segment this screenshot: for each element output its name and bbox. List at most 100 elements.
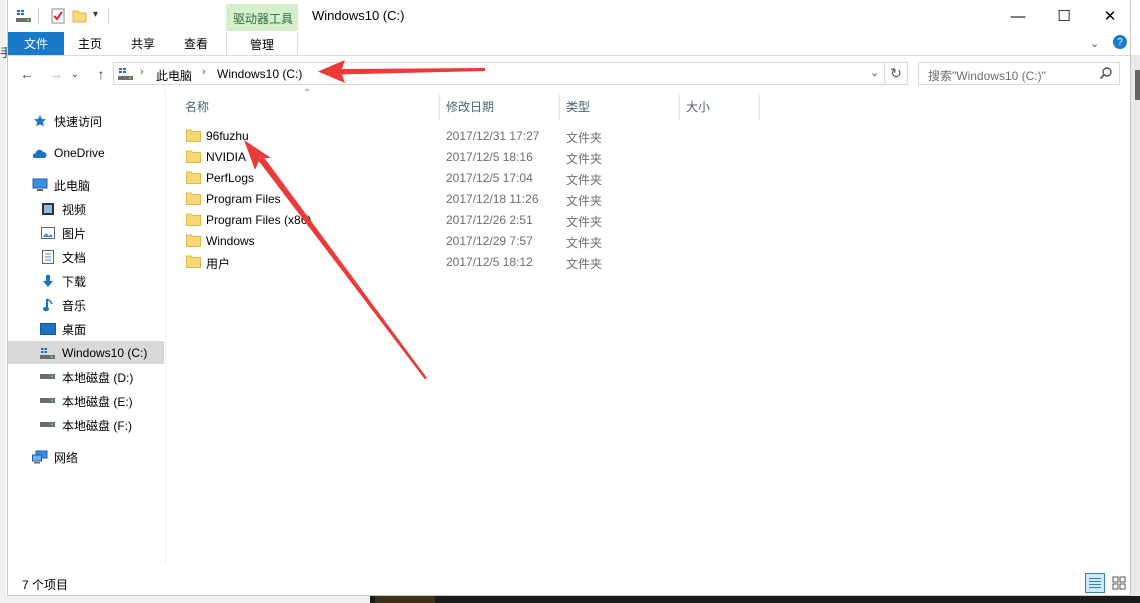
file-type: 文件夹 xyxy=(566,152,603,166)
window-title: Windows10 (C:) xyxy=(312,8,405,23)
file-row[interactable]: 96fuzhu 2017/12/31 17:27 文件夹 xyxy=(186,126,626,147)
search-placeholder: 搜索"Windows10 (C:)" xyxy=(928,69,1046,83)
folder-icon xyxy=(186,255,201,268)
column-separator[interactable] xyxy=(439,94,440,120)
nav-item-label: 桌面 xyxy=(62,322,87,337)
file-row[interactable]: PerfLogs 2017/12/5 17:04 文件夹 xyxy=(186,168,626,189)
nav-item-onedrive[interactable]: OneDrive xyxy=(32,142,105,164)
background-window-strip xyxy=(0,0,6,603)
music-icon xyxy=(40,297,56,313)
nav-item-desktop[interactable]: 桌面 xyxy=(40,318,86,340)
nav-item-label: 视频 xyxy=(62,202,87,217)
folder-icon xyxy=(186,234,201,247)
qat-dropdown-icon[interactable]: ▾ xyxy=(93,9,98,20)
nav-item-network[interactable]: 网络 xyxy=(32,446,78,468)
nav-item-this-pc[interactable]: 此电脑 xyxy=(32,174,90,196)
nav-item-label: 本地磁盘 (F:) xyxy=(62,418,132,433)
nav-item-pictures[interactable]: 图片 xyxy=(40,222,86,244)
file-date: 2017/12/29 7:57 xyxy=(446,234,533,248)
file-date: 2017/12/5 17:04 xyxy=(446,171,533,185)
file-name: Program Files (x86) xyxy=(206,213,312,227)
status-item-count: 7 个项目 xyxy=(22,578,69,592)
search-icon xyxy=(1099,66,1113,83)
tab-share[interactable]: 共享 xyxy=(123,32,163,55)
address-history-dropdown-icon[interactable]: ⌄ xyxy=(870,66,879,79)
breadcrumb-chevron-icon[interactable]: › xyxy=(140,66,144,78)
nav-item-label: 此电脑 xyxy=(54,178,91,193)
qat-separator xyxy=(38,8,39,24)
drive-tools-context-tab: 驱动器工具 xyxy=(226,4,298,31)
file-date: 2017/12/26 2:51 xyxy=(446,213,533,227)
system-drive-icon xyxy=(40,345,56,361)
file-name: Program Files xyxy=(206,192,281,206)
drive-icon xyxy=(40,393,56,409)
folder-icon xyxy=(186,129,201,142)
file-row[interactable]: Windows 2017/12/29 7:57 文件夹 xyxy=(186,231,626,252)
nav-item-downloads[interactable]: 下载 xyxy=(40,270,86,292)
column-header-date-modified[interactable]: 修改日期 xyxy=(446,98,494,115)
nav-item-documents[interactable]: 文档 xyxy=(40,246,86,268)
nav-item-windows10-c[interactable]: Windows10 (C:) xyxy=(40,342,147,364)
video-icon xyxy=(40,201,56,217)
column-header-type[interactable]: 类型 xyxy=(566,98,590,115)
recent-locations-icon[interactable]: ⌄ xyxy=(68,64,82,84)
file-type: 文件夹 xyxy=(566,173,603,187)
up-button[interactable]: ↑ xyxy=(90,64,112,84)
nav-item-drive-d[interactable]: 本地磁盘 (D:) xyxy=(40,366,133,388)
minimize-icon: — xyxy=(1010,7,1026,25)
close-button[interactable]: ✕ xyxy=(1087,0,1133,32)
properties-icon[interactable] xyxy=(50,8,66,24)
nav-item-drive-f[interactable]: 本地磁盘 (F:) xyxy=(40,414,132,436)
nav-item-label: 快速访问 xyxy=(54,114,103,129)
ribbon-expand-icon[interactable]: ⌄ xyxy=(1090,37,1099,50)
pane-divider[interactable] xyxy=(165,90,166,564)
maximize-button[interactable]: ☐ xyxy=(1041,0,1087,32)
minimize-button[interactable]: — xyxy=(995,0,1041,32)
drive-app-icon[interactable] xyxy=(16,8,32,24)
nav-item-quick-access[interactable]: 快速访问 xyxy=(32,110,102,132)
column-separator[interactable] xyxy=(679,94,680,120)
breadcrumb-chevron-icon[interactable]: › xyxy=(202,66,206,78)
breadcrumb-this-pc[interactable]: 此电脑 xyxy=(156,67,192,84)
address-bar[interactable]: › 此电脑 › Windows10 (C:) ⌄ xyxy=(113,62,885,85)
folder-icon xyxy=(186,171,201,184)
file-date: 2017/12/18 11:26 xyxy=(446,192,539,206)
file-row[interactable]: Program Files (x86) 2017/12/26 2:51 文件夹 xyxy=(186,210,626,231)
tab-manage[interactable]: 管理 xyxy=(226,32,298,56)
file-name: 用户 xyxy=(206,257,231,271)
nav-item-label: 本地磁盘 (E:) xyxy=(62,394,133,409)
nav-item-drive-e[interactable]: 本地磁盘 (E:) xyxy=(40,390,133,412)
breadcrumb-current-drive[interactable]: Windows10 (C:) xyxy=(217,67,302,81)
forward-button[interactable]: → xyxy=(45,64,67,84)
new-folder-icon[interactable] xyxy=(72,8,88,24)
refresh-button[interactable]: ↻ xyxy=(885,62,908,85)
folder-icon xyxy=(186,192,201,205)
file-row[interactable]: 用户 2017/12/5 18:12 文件夹 xyxy=(186,252,626,273)
column-separator[interactable] xyxy=(559,94,560,120)
details-view-button[interactable] xyxy=(1085,573,1105,593)
network-icon xyxy=(32,449,48,465)
column-header-size[interactable]: 大小 xyxy=(686,98,710,115)
file-row[interactable]: Program Files 2017/12/18 11:26 文件夹 xyxy=(186,189,626,210)
picture-icon xyxy=(40,225,56,241)
tab-view[interactable]: 查看 xyxy=(176,32,216,55)
nav-item-music[interactable]: 音乐 xyxy=(40,294,86,316)
search-input[interactable]: 搜索"Windows10 (C:)" xyxy=(918,62,1120,85)
file-date: 2017/12/5 18:16 xyxy=(446,150,533,164)
column-header-name[interactable]: 名称 xyxy=(185,98,209,115)
large-icons-view-button[interactable] xyxy=(1109,573,1129,593)
tab-file[interactable]: 文件 xyxy=(8,32,64,55)
file-row[interactable]: NVIDIA 2017/12/5 18:16 文件夹 xyxy=(186,147,626,168)
file-name: PerfLogs xyxy=(206,171,255,185)
folder-icon xyxy=(186,213,201,226)
file-date: 2017/12/31 17:27 xyxy=(446,129,540,143)
folder-icon xyxy=(186,150,201,163)
column-separator[interactable] xyxy=(759,94,760,120)
maximize-icon: ☐ xyxy=(1057,8,1071,25)
back-button[interactable]: ← xyxy=(16,64,38,84)
file-type: 文件夹 xyxy=(566,131,603,145)
nav-item-videos[interactable]: 视频 xyxy=(40,198,86,220)
tab-home[interactable]: 主页 xyxy=(70,32,110,55)
help-icon[interactable]: ? xyxy=(1113,35,1127,49)
nav-item-label: Windows10 (C:) xyxy=(62,346,148,360)
